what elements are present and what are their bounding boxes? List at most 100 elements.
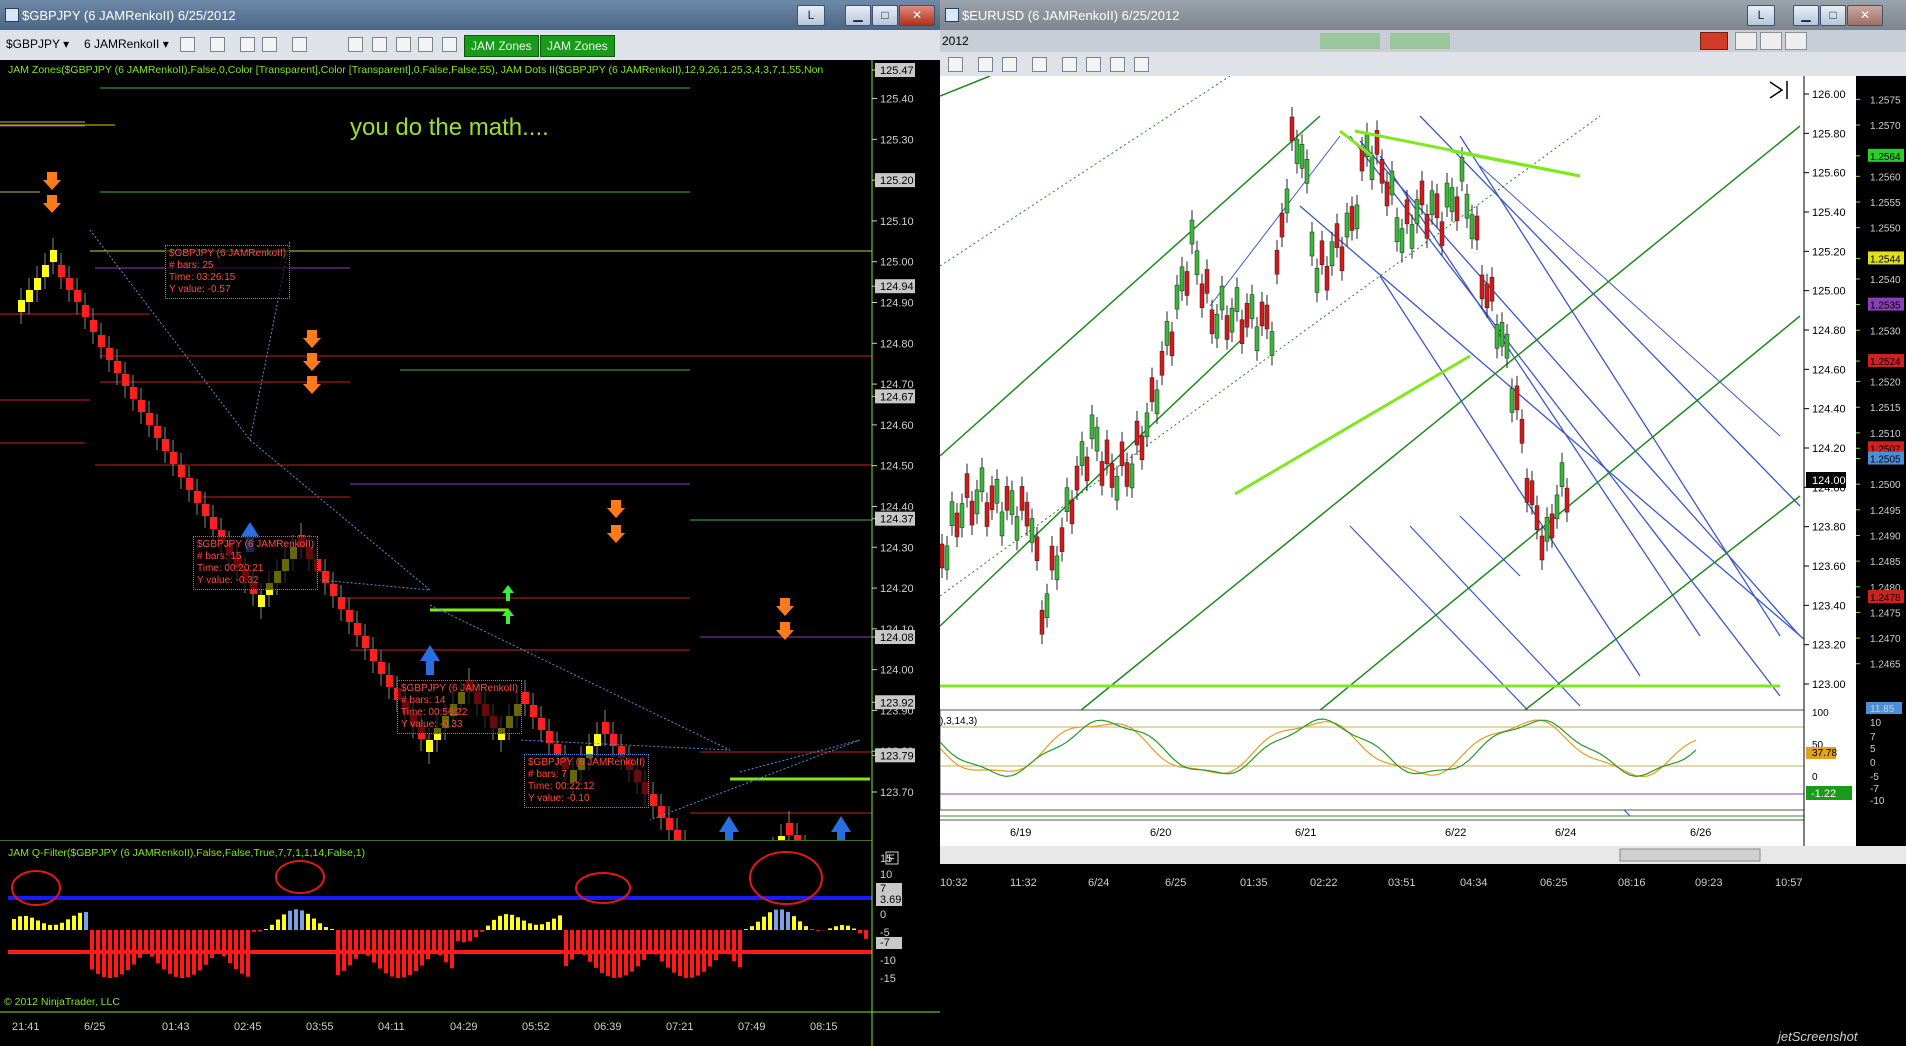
time-tick-label: 04:29: [450, 1021, 478, 1033]
draw-tool-icon-2[interactable]: [978, 57, 993, 72]
candle-body: [1239, 319, 1245, 344]
properties-icon-2[interactable]: [1110, 57, 1125, 72]
candle-body: [1349, 206, 1355, 231]
candle-body: [1204, 269, 1210, 294]
candle-body: [1504, 333, 1510, 359]
renko-brick: [370, 649, 377, 661]
indicators-icon-2[interactable]: [1062, 57, 1077, 72]
time-tick-label: 05:52: [522, 1021, 550, 1033]
data-box-icon[interactable]: [418, 37, 433, 52]
properties-icon[interactable]: [396, 37, 411, 52]
candle-body: [999, 511, 1005, 537]
inner-max-button[interactable]: [1760, 32, 1782, 50]
price-tick-label: 125.30: [880, 134, 914, 146]
bar-style-icon-2[interactable]: [948, 57, 963, 72]
histogram-bar: [270, 924, 274, 930]
histogram-bar: [786, 911, 790, 930]
candle-body: [1539, 535, 1545, 561]
q-filter-panel[interactable]: JAM Q-Filter($GBPJPY (6 JAMRenkoII),Fals…: [0, 840, 940, 1046]
strategies-icon-2[interactable]: [1086, 57, 1101, 72]
date-tick-label: 6/24: [1555, 827, 1576, 839]
time-tick-label: 10:32: [940, 877, 968, 889]
right-title-bar[interactable]: $EURUSD (6 JAMRenkoII) 6/25/2012 L ▁ □ ✕: [940, 0, 1906, 30]
crosshair-icon[interactable]: [240, 37, 255, 52]
right-maximize-button[interactable]: □: [1820, 5, 1846, 26]
bar-type-selector[interactable]: 6 JAMRenkoII ▾: [84, 35, 169, 53]
histogram-bar: [162, 930, 166, 970]
eurusd-price-chart[interactable]: ),3,14,3) 126.00 125.80 125.60 125.40 125.20…: [940, 76, 1906, 846]
inner-min-button[interactable]: [1735, 32, 1757, 50]
renko-brick: [90, 320, 97, 332]
jam-zones-button-2[interactable]: JAM Zones: [540, 35, 615, 57]
instrument-selector[interactable]: $GBPJPY ▾: [6, 35, 69, 53]
candle-body: [1049, 545, 1055, 571]
histogram-bar: [492, 919, 496, 930]
histogram-bar: [264, 929, 268, 930]
right-minimize-button[interactable]: ▁: [1793, 5, 1819, 26]
renko-brick: [194, 491, 201, 503]
jam-zones-ghost-1[interactable]: [1320, 33, 1380, 49]
strategies-icon[interactable]: [372, 37, 387, 52]
candle-body: [1509, 388, 1515, 413]
crosshair-icon-2[interactable]: [1002, 57, 1017, 72]
candle-body: [1419, 180, 1425, 206]
candle-body: [1369, 155, 1375, 180]
panel-f-label[interactable]: F: [888, 853, 895, 865]
price-tick-label: 124.37: [880, 514, 914, 526]
right-restore-button[interactable]: L: [1747, 5, 1775, 26]
price-tick-label: 125.20: [880, 175, 914, 187]
candle-body: [940, 543, 945, 569]
jam-zones-ghost-2[interactable]: [1390, 33, 1450, 49]
indicators-icon[interactable]: [348, 37, 363, 52]
q-tick-label: 10: [880, 869, 892, 881]
layout-icon[interactable]: [442, 37, 457, 52]
left-close-button[interactable]: ✕: [899, 5, 935, 26]
jam-zones-button-1[interactable]: JAM Zones: [464, 35, 539, 57]
zoom-icon[interactable]: [292, 37, 307, 52]
candle-body: [1174, 284, 1180, 310]
horizontal-scrollbar[interactable]: [1619, 848, 1761, 862]
time-tick-label: 02:45: [234, 1021, 262, 1033]
left-title-bar[interactable]: $GBPJPY (6 JAMRenkoII) 6/25/2012 L ▁ □ ✕: [0, 0, 940, 30]
candle-body: [1339, 246, 1345, 272]
price-tick-label: 124.50: [880, 461, 914, 473]
histogram-bar: [852, 928, 856, 930]
inner-title-bar: 2012: [940, 30, 1906, 52]
price-tick-label: 124.20: [880, 583, 914, 595]
inner-x-button[interactable]: [1785, 32, 1807, 50]
left-minimize-button[interactable]: ▁: [845, 5, 871, 26]
histogram-bar: [768, 912, 772, 930]
zoom-icon-2[interactable]: [1032, 57, 1047, 72]
bar-style-icon[interactable]: [180, 37, 195, 52]
draw-tool-icon[interactable]: [210, 37, 225, 52]
inner-title-text: 2012: [942, 34, 969, 48]
renko-brick: [186, 478, 193, 490]
candle-body: [1009, 490, 1015, 515]
histogram-bar: [360, 930, 364, 952]
candle-body: [1519, 419, 1525, 444]
histogram-bar: [750, 926, 754, 930]
price-tick-label: 124.40: [880, 501, 914, 513]
candle-body: [1439, 221, 1445, 246]
candle-body: [979, 467, 985, 493]
candle-body: [1354, 204, 1360, 230]
right-close-button[interactable]: ✕: [1847, 5, 1883, 26]
histogram-bar: [330, 928, 334, 930]
renko-brick: [786, 823, 793, 835]
histogram-bar: [468, 930, 472, 941]
select-icon[interactable]: [262, 37, 277, 52]
data-box-icon-2[interactable]: [1134, 57, 1149, 72]
inner-close-button[interactable]: [1700, 32, 1728, 50]
candle-body: [1029, 518, 1035, 543]
date-tick-label: 6/20: [1150, 827, 1171, 839]
histogram-bar: [456, 930, 460, 942]
histogram-bar: [840, 925, 844, 930]
price-tick-label: 125.60: [1812, 168, 1846, 180]
q-tick-label: -10: [880, 955, 896, 967]
candle-body: [1139, 435, 1145, 460]
price-tick-label: 125.40: [1812, 207, 1846, 219]
left-maximize-button[interactable]: □: [872, 5, 898, 26]
candle-body: [1404, 199, 1410, 225]
left-restore-button[interactable]: L: [797, 5, 825, 26]
candle-body: [1534, 505, 1540, 530]
